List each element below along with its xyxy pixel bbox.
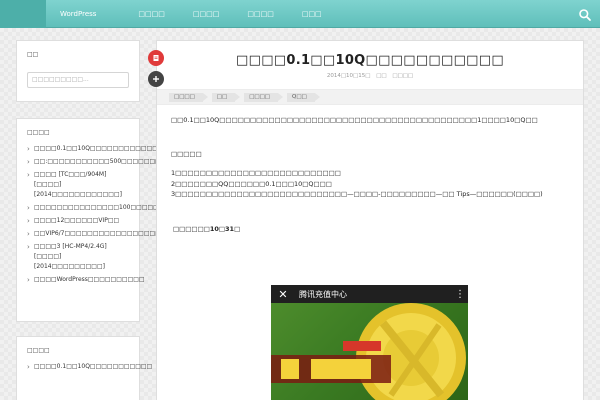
list-item[interactable]: □□□□ [TC□□□/904M][□□□□][2014□□□□□□□□□□□□… [27,170,129,200]
plus-icon [153,76,159,82]
recent-posts-list: □□□□0.1□□10Q□□□□□□□□□□□□ □□:□□□□□□□□□□□5… [27,144,221,285]
deadline-text: □□□□□□10□31□ [173,224,241,233]
promo-image: ✕ 腾讯充值中心 ⋮ [271,285,468,400]
bookmark-icon [153,55,159,61]
list-item[interactable]: □□VIP6/7□□□□□□□□□□□□□□□□□□□ [27,229,172,239]
close-icon: ✕ [278,287,288,301]
widget-title: □□ [27,51,39,58]
list-item[interactable]: □□□□□□□□□□□□□□□100□□□□□ [27,203,159,213]
widget-title: □□□□ [27,129,50,136]
post-title: □□□□0.1□□10Q□□□□□□□□□□□ [236,53,504,68]
list-item[interactable]: □□□□WordPress□□□□□□□□□□ [27,275,145,285]
nav-item-2[interactable]: □□□□ [124,0,178,28]
list-item[interactable]: □□□□3 [HC-MP4/2.4G][□□□□][2014□□□□□□□□□] [27,242,129,272]
bookmark-button[interactable] [148,50,164,66]
tag[interactable]: □□□□ [169,92,208,102]
nav-item-3[interactable]: □□□□ [179,0,233,28]
list-item[interactable]: □□□□12□□□□□□VIP□□ [27,216,129,226]
list-item[interactable]: □□□□0.1□□10Q□□□□□□□□□□□ [27,362,152,372]
post-date: 2014□10□15□ [326,73,371,79]
step-3: 3□□□□□□□□□□□□□□□□□□□□□□□□□□□□—□□□□-□□□□□… [171,190,543,198]
search-icon[interactable] [578,7,592,21]
intro-paragraph: □□0.1□□10Q□□□□□□□□□□□□□□□□□□□□□□□□□□□□□□… [171,116,538,124]
section-title: □□□□□ [171,150,202,158]
site-logo[interactable] [0,0,46,28]
promo-image-header: ✕ 腾讯充值中心 ⋮ [271,285,468,303]
promo-banner-graphic [271,303,468,400]
post-content: □□0.1□□10Q□□□□□□□□□□□□□□□□□□□□□□□□□□□□□□… [157,115,583,235]
step-2: 2□□□□□□□QQ□□□□□□0.1□□□10□Q□□□ [171,179,332,188]
steps-list: 1□□□□□□□□□□□□□□□□□□□□□□□□□□□ 2□□□□□□□QQ□… [171,168,569,200]
sidebar-recent-posts-widget: □□□□ □□□□0.1□□10Q□□□□□□□□□□□□ □□:□□□□□□□… [16,118,221,322]
post-author[interactable]: □□ [376,73,386,79]
top-navigation-bar: WordPress □□□□ □□□□ □□□□ □□□ [0,0,600,28]
list-item[interactable]: □□□□0.1□□10Q□□□□□□□□□□□□ [27,144,158,154]
tag[interactable]: □□ [211,92,241,102]
sidebar-search-input[interactable] [27,71,129,88]
tag-bar: □□□□ □□ □□□□ Q□□ [157,89,583,105]
promo-image-title: 腾讯充值中心 [299,289,347,299]
nav-item-wordpress[interactable]: WordPress [46,0,124,28]
sidebar-search-widget: □□ [16,40,140,102]
bottom-list: □□□□0.1□□10Q□□□□□□□□□□□ [27,362,152,372]
main-nav: WordPress □□□□ □□□□ □□□□ □□□ [46,0,336,28]
expand-button[interactable] [148,71,164,87]
step-1: 1□□□□□□□□□□□□□□□□□□□□□□□□□□□ [171,169,341,177]
more-icon: ⋮ [455,288,465,300]
post-meta: 2014□10□15□ □□ □□□□ [157,73,583,79]
nav-item-4[interactable]: □□□□ [233,0,287,28]
tag[interactable]: □□□□ [244,92,283,102]
nav-item-5[interactable]: □□□ [288,0,336,28]
tag[interactable]: Q□□ [287,92,320,102]
widget-title: □□□□ [27,347,50,354]
sidebar-bottom-widget: □□□□ □□□□0.1□□10Q□□□□□□□□□□□ [16,336,152,400]
list-item[interactable]: □□:□□□□□□□□□□□500□□□□□□□□□□□3□□□□□□ [27,157,221,167]
post-category[interactable]: □□□□ [392,73,413,79]
